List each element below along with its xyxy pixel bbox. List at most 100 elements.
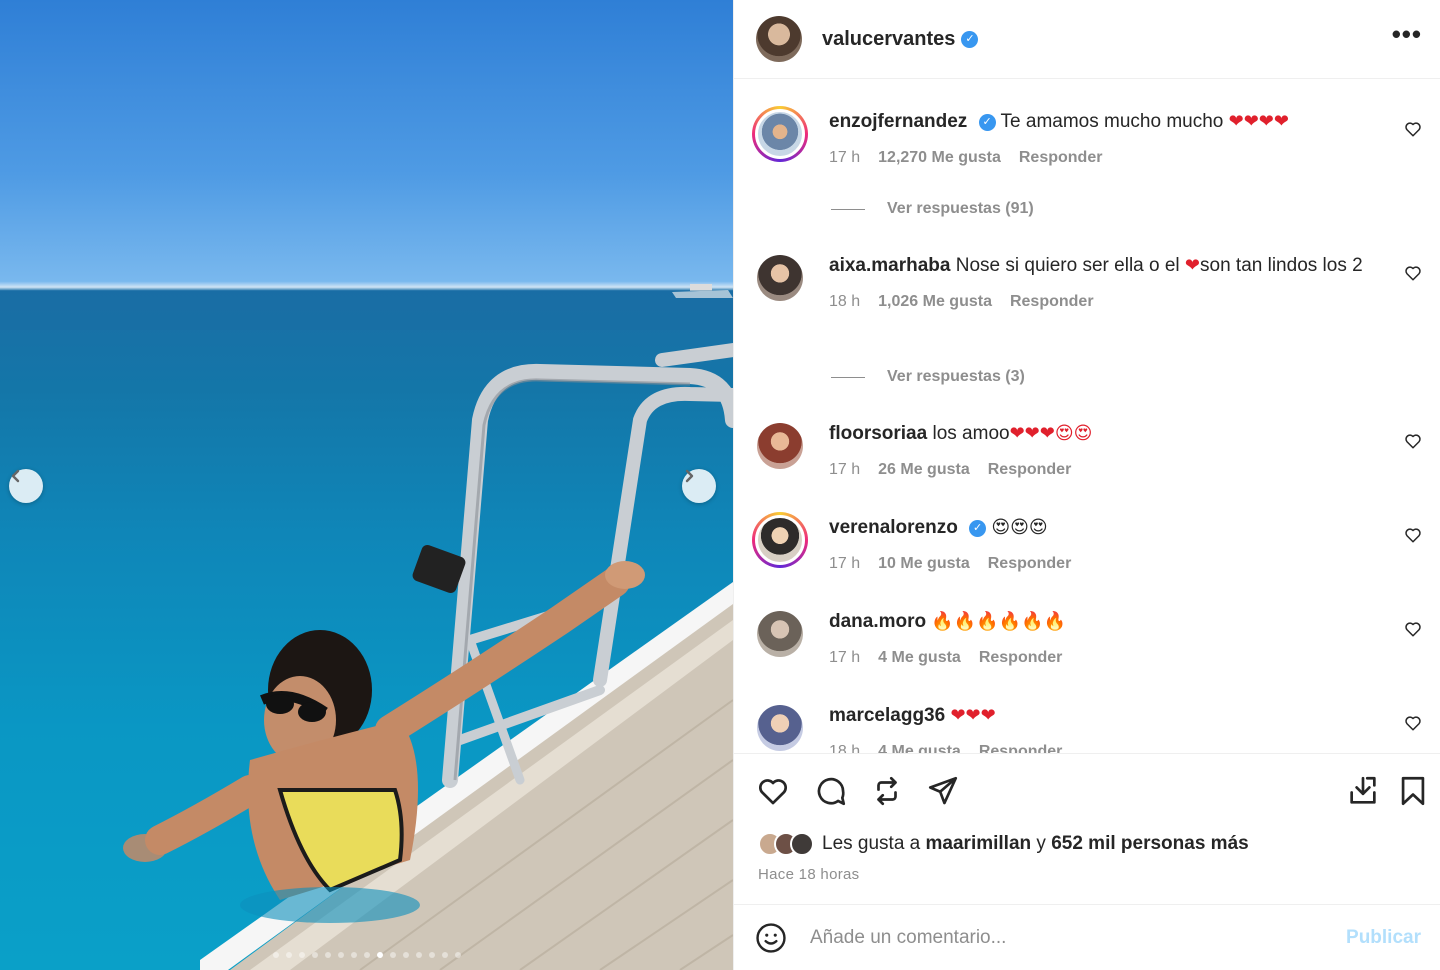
comment-text: los amoo — [932, 423, 1010, 444]
like-comment-heart-icon[interactable] — [1404, 120, 1422, 138]
like-comment-heart-icon[interactable] — [1404, 264, 1422, 282]
reply-button[interactable]: Responder — [979, 739, 1063, 753]
replies-divider — [831, 376, 865, 378]
like-comment-heart-icon[interactable] — [1404, 526, 1422, 544]
comment-username[interactable]: enzojfernandez — [829, 111, 967, 132]
carousel-dot — [363, 952, 370, 958]
comment-emoji: ❤❤❤❤ — [1228, 111, 1289, 131]
comment-time[interactable]: 18 h — [829, 739, 860, 753]
carousel-dot — [337, 952, 344, 958]
verified-badge-icon: ✓ — [961, 30, 979, 48]
carousel-dot — [441, 952, 448, 958]
comment-likes[interactable]: 1,026 Me gusta — [878, 289, 992, 315]
view-replies-button[interactable]: Ver respuestas (91) — [831, 200, 1034, 218]
comment-text: Te amamos mucho mucho — [1000, 111, 1224, 132]
repost-icon[interactable] — [870, 774, 904, 808]
likes-prefix: Les gusta a — [822, 833, 921, 854]
comment-composer: Publicar — [734, 904, 1440, 970]
post-photo[interactable] — [0, 0, 733, 970]
reply-button[interactable]: Responder — [1010, 289, 1094, 315]
comment-likes[interactable]: 26 Me gusta — [878, 457, 970, 483]
comment-avatar[interactable] — [752, 106, 808, 162]
carousel-dot — [324, 952, 331, 958]
post-actions: Les gusta a maarimillan y 652 mil person… — [734, 753, 1440, 904]
chevron-left-icon — [11, 469, 20, 483]
comment-emoji: 😍😍😍 — [991, 517, 1048, 537]
more-options-icon[interactable]: ••• — [1392, 21, 1422, 47]
carousel-dot — [272, 952, 279, 958]
comment-avatar[interactable] — [752, 606, 808, 662]
comment-input[interactable] — [810, 926, 1347, 949]
likes-connector: y — [1036, 833, 1046, 854]
comment-likes[interactable]: 12,270 Me gusta — [878, 145, 1001, 171]
comment-time[interactable]: 17 h — [829, 145, 860, 171]
comment-username[interactable]: aixa.marhaba — [829, 255, 950, 276]
like-comment-heart-icon[interactable] — [1404, 620, 1422, 638]
comment-username[interactable]: marcelagg36 — [829, 705, 945, 726]
carousel-dot — [285, 952, 292, 958]
emoji-icon[interactable] — [754, 921, 788, 955]
chevron-right-icon — [685, 469, 694, 483]
previous-photo-button[interactable] — [9, 469, 43, 503]
comment-time[interactable]: 17 h — [829, 645, 860, 671]
carousel-indicator — [0, 952, 733, 958]
like-comment-heart-icon[interactable] — [1404, 714, 1422, 732]
liker-avatar — [790, 832, 814, 856]
publish-button[interactable]: Publicar — [1346, 927, 1421, 949]
comments-list[interactable]: enzojfernandez ✓ Te amamos mucho mucho ❤… — [734, 80, 1440, 753]
comment-username[interactable]: floorsoriaa — [829, 423, 927, 444]
carousel-dot — [376, 952, 383, 958]
like-comment-heart-icon[interactable] — [1404, 432, 1422, 450]
post-details-panel: valucervantes ✓ ••• enzojfernandez ✓ Te … — [733, 0, 1440, 970]
author-username[interactable]: valucervantes — [822, 28, 955, 51]
comment-likes[interactable]: 10 Me gusta — [878, 551, 970, 577]
comment-text: Nose si quiero ser ella o el — [955, 255, 1180, 276]
comment-avatar[interactable] — [752, 512, 808, 568]
next-photo-button[interactable] — [682, 469, 716, 503]
view-replies-label: Ver respuestas (91) — [887, 200, 1034, 217]
replies-divider — [831, 208, 865, 210]
reply-button[interactable]: Responder — [988, 551, 1072, 577]
liker-username[interactable]: maarimillan — [926, 833, 1032, 854]
post-header: valucervantes ✓ ••• — [734, 0, 1440, 79]
likes-summary[interactable]: Les gusta a maarimillan y 652 mil person… — [758, 832, 1249, 856]
heart-icon[interactable] — [756, 774, 790, 808]
verified-badge-icon: ✓ — [978, 114, 996, 131]
comment-likes[interactable]: 4 Me gusta — [878, 645, 961, 671]
comment-text-continued: son tan lindos los 2 — [1200, 255, 1363, 276]
comment-time[interactable]: 17 h — [829, 457, 860, 483]
reply-button[interactable]: Responder — [979, 645, 1063, 671]
comment-emoji: ❤ — [1184, 255, 1201, 275]
carousel-dot — [389, 952, 396, 958]
carousel-dot — [298, 952, 305, 958]
reply-button[interactable]: Responder — [1019, 145, 1103, 171]
comment-avatar[interactable] — [752, 250, 808, 306]
download-icon[interactable] — [1346, 774, 1380, 808]
bookmark-icon[interactable] — [1396, 774, 1430, 808]
photo-illustration — [0, 284, 733, 970]
likes-text: Les gusta a maarimillan y 652 mil person… — [822, 833, 1249, 855]
carousel-dot — [415, 952, 422, 958]
comment-avatar[interactable] — [752, 418, 808, 474]
carousel-dot — [311, 952, 318, 958]
comment-emoji: ❤❤❤ — [950, 705, 996, 725]
comment-avatar[interactable] — [752, 700, 808, 753]
comment-icon[interactable] — [814, 774, 848, 808]
likes-count[interactable]: 652 mil personas más — [1051, 833, 1249, 854]
comment-username[interactable]: verenalorenzo — [829, 517, 958, 538]
reply-button[interactable]: Responder — [988, 457, 1072, 483]
view-replies-button[interactable]: Ver respuestas (3) — [831, 368, 1025, 386]
comment-time[interactable]: 17 h — [829, 551, 860, 577]
view-replies-label: Ver respuestas (3) — [887, 368, 1025, 385]
carousel-dot — [350, 952, 357, 958]
carousel-dot — [402, 952, 409, 958]
carousel-dot — [454, 952, 461, 958]
comment-username[interactable]: dana.moro — [829, 611, 926, 632]
comment-emoji: ❤❤❤😍😍 — [1009, 423, 1093, 443]
comment-emoji: 🔥🔥🔥🔥🔥🔥 — [931, 611, 1066, 631]
share-icon[interactable] — [926, 774, 960, 808]
author-avatar[interactable] — [756, 16, 802, 62]
comment-likes[interactable]: 4 Me gusta — [878, 739, 961, 753]
comment-time[interactable]: 18 h — [829, 289, 860, 315]
post-timestamp[interactable]: Hace 18 horas — [758, 866, 859, 883]
